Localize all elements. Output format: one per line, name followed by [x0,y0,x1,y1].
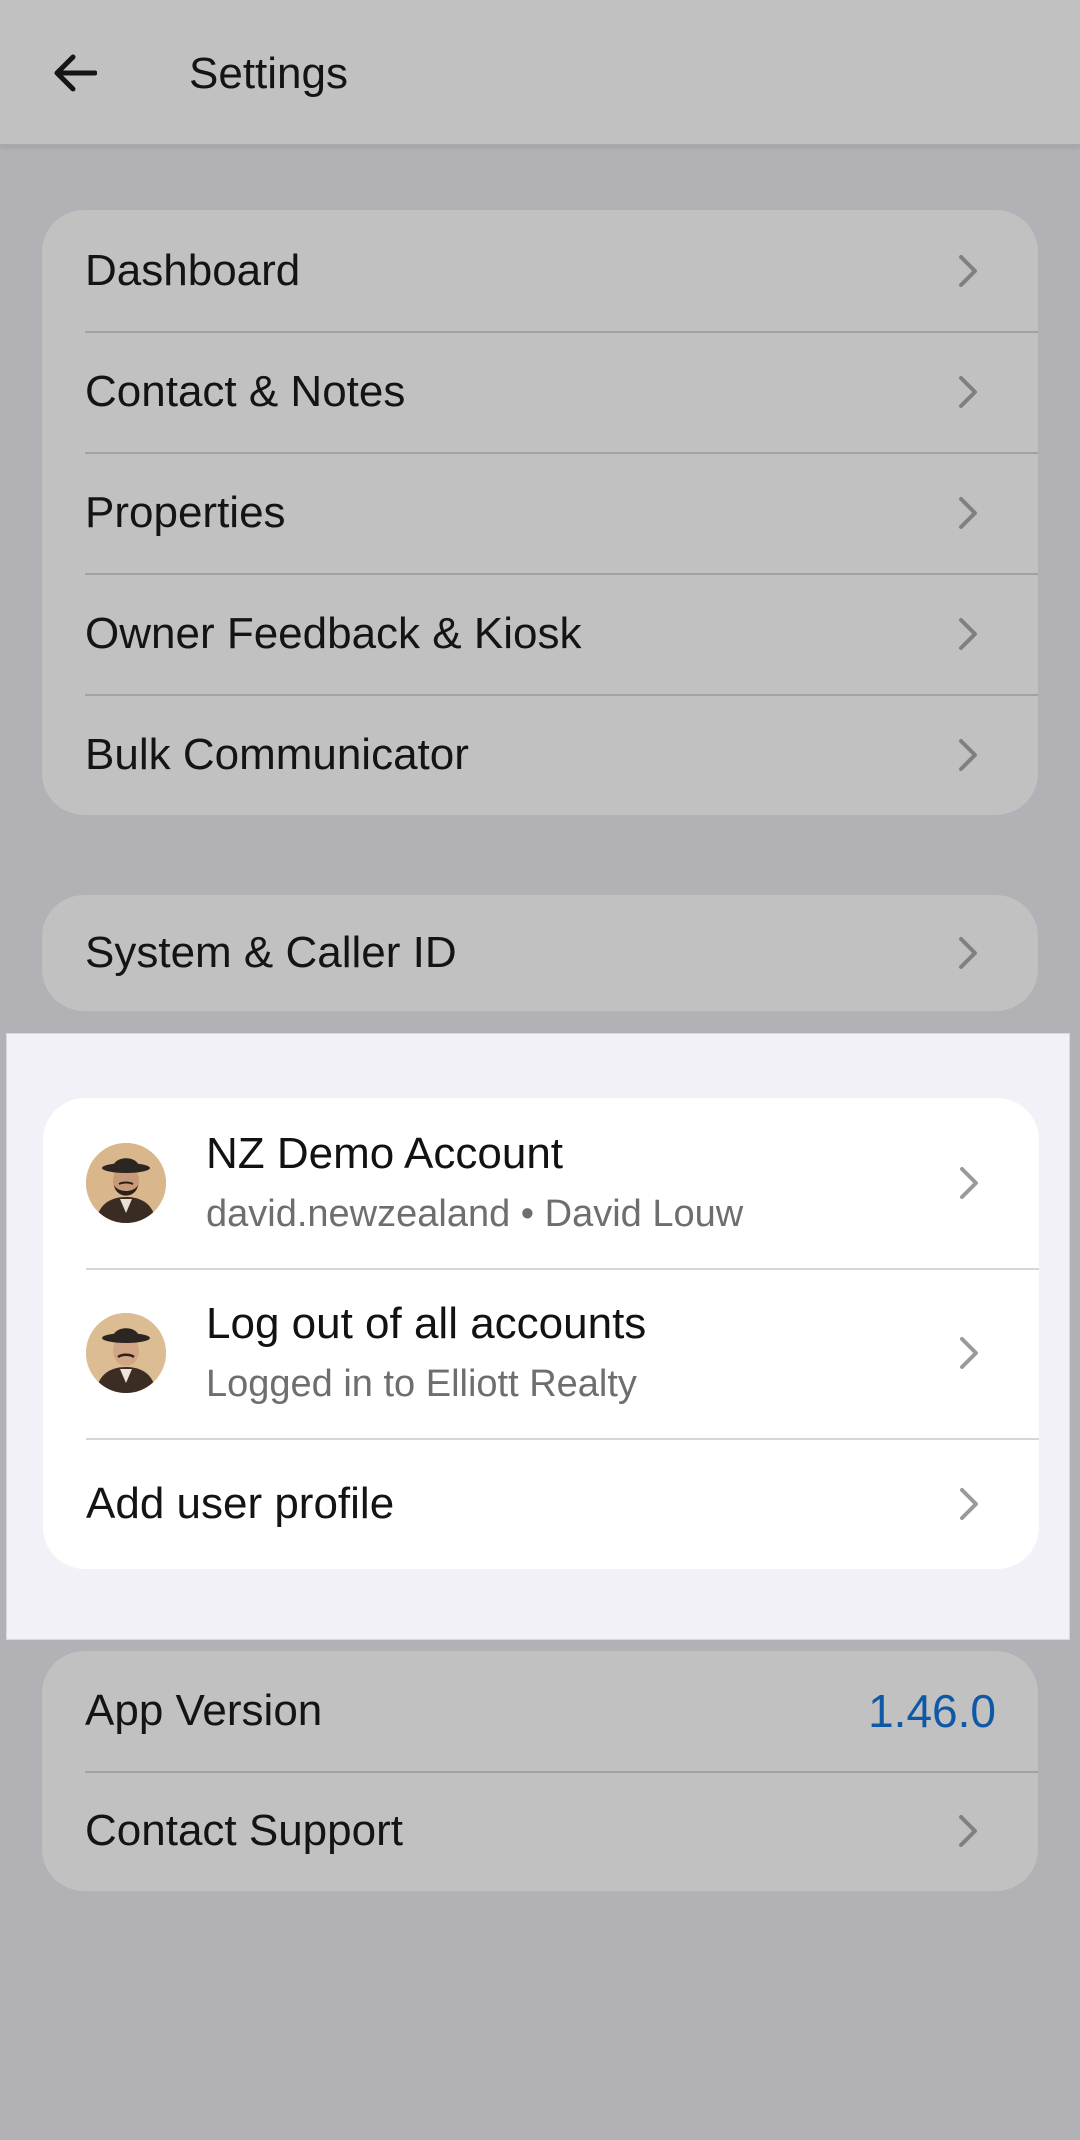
app-version-value: 1.46.0 [868,1685,996,1737]
settings-item-bulk-communicator[interactable]: Bulk Communicator [42,694,1038,815]
settings-item-contact-notes[interactable]: Contact & Notes [42,331,1038,452]
chevron-right-icon [959,617,977,650]
accounts-card: NZ Demo Account david.newzealand • David… [43,1098,1039,1569]
accounts-panel: NZ Demo Account david.newzealand • David… [6,1033,1070,1640]
logout-title: Log out of all accounts [206,1299,647,1348]
about-card: App Version 1.46.0 Contact Support [42,1651,1038,1891]
settings-item-label: Properties [85,487,286,537]
account-username: david.newzealand • David Louw [206,1193,744,1235]
settings-item-label: System & Caller ID [85,928,457,977]
system-settings-card: System & Caller ID [42,895,1038,1011]
app-bar: Settings [0,0,1080,146]
avatar [86,1313,166,1393]
current-account-item[interactable]: NZ Demo Account david.newzealand • David… [43,1098,1039,1268]
chevron-right-icon [959,738,977,771]
contact-support-label: Contact Support [85,1806,403,1855]
settings-item-label: Contact & Notes [85,366,406,416]
chevron-right-icon [960,1167,978,1199]
app-version-item: App Version 1.46.0 [42,1651,1038,1771]
chevron-right-icon [959,937,977,969]
navigation-settings-card: Dashboard Contact & Notes Properties Own… [42,210,1038,815]
add-user-profile-label: Add user profile [86,1478,395,1528]
logout-all-accounts-item[interactable]: Log out of all accounts Logged in to Ell… [43,1268,1039,1438]
settings-item-properties[interactable]: Properties [42,452,1038,573]
app-version-label: App Version [85,1686,323,1735]
chevron-right-icon [959,1815,977,1847]
settings-item-label: Dashboard [85,245,301,295]
account-name: NZ Demo Account [206,1129,564,1178]
settings-item-system-caller-id[interactable]: System & Caller ID [42,895,1038,1011]
settings-item-dashboard[interactable]: Dashboard [42,210,1038,331]
avatar [86,1143,166,1223]
contact-support-item[interactable]: Contact Support [42,1771,1038,1891]
chevron-right-icon [959,254,977,287]
settings-item-owner-feedback[interactable]: Owner Feedback & Kiosk [42,573,1038,694]
settings-item-label: Owner Feedback & Kiosk [85,608,582,658]
chevron-right-icon [959,375,977,408]
back-button[interactable] [40,36,108,110]
settings-item-label: Bulk Communicator [85,729,469,779]
add-user-profile-item[interactable]: Add user profile [43,1438,1039,1569]
chevron-right-icon [960,1337,978,1369]
page-title: Settings [189,49,348,98]
logout-subtitle: Logged in to Elliott Realty [206,1363,637,1405]
arrow-left-icon [54,54,97,92]
chevron-right-icon [960,1487,978,1520]
chevron-right-icon [959,496,977,529]
